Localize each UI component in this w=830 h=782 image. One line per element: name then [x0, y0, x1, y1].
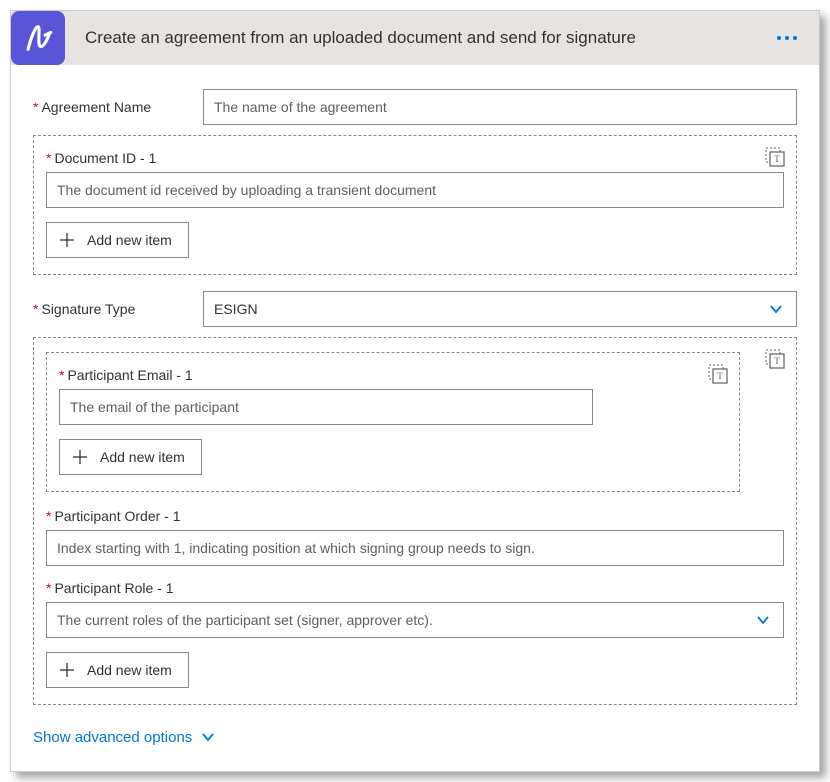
participant-role-placeholder: The current roles of the participant set…	[57, 612, 433, 628]
agreement-name-input[interactable]: The name of the agreement	[203, 89, 797, 125]
svg-text:T: T	[774, 154, 780, 164]
participant-order-placeholder: Index starting with 1, indicating positi…	[57, 540, 535, 556]
agreement-name-placeholder: The name of the agreement	[214, 99, 387, 115]
adobe-sign-icon	[11, 11, 65, 65]
chevron-down-icon	[753, 610, 773, 630]
document-id-label: Document ID - 1	[46, 150, 784, 166]
participant-email-input[interactable]: The email of the participant	[59, 389, 593, 425]
participant-role-label: Participant Role - 1	[46, 580, 784, 596]
participant-email-group: T Participant Email - 1 The email of the…	[46, 352, 740, 492]
participant-email-label: Participant Email - 1	[59, 367, 727, 383]
chevron-down-icon	[766, 299, 786, 319]
svg-text:T: T	[717, 371, 723, 381]
participants-add-item-label: Add new item	[87, 662, 172, 678]
agreement-name-row: Agreement Name The name of the agreement	[33, 89, 797, 125]
participant-role-select[interactable]: The current roles of the participant set…	[46, 602, 784, 638]
participant-email-add-button[interactable]: Add new item	[59, 439, 202, 475]
agreement-name-label: Agreement Name	[33, 99, 203, 115]
card-body: Agreement Name The name of the agreement…	[11, 65, 819, 771]
plus-icon	[57, 660, 77, 680]
participant-email-add-label: Add new item	[100, 449, 185, 465]
plus-icon	[70, 447, 90, 467]
document-id-placeholder: The document id received by uploading a …	[57, 182, 436, 198]
array-mode-toggle-icon[interactable]: T	[707, 363, 729, 385]
participant-order-label: Participant Order - 1	[46, 508, 784, 524]
signature-type-select[interactable]: ESIGN	[203, 291, 797, 327]
document-id-group: T Document ID - 1 The document id receiv…	[33, 135, 797, 275]
show-advanced-options-link[interactable]: Show advanced options	[33, 727, 218, 747]
participant-order-input[interactable]: Index starting with 1, indicating positi…	[46, 530, 784, 566]
participant-email-wrap: T Participant Email - 1 The email of the…	[46, 352, 784, 492]
document-add-item-button[interactable]: Add new item	[46, 222, 189, 258]
chevron-down-icon	[198, 727, 218, 747]
document-add-item-label: Add new item	[87, 232, 172, 248]
signature-type-value: ESIGN	[214, 301, 258, 317]
signature-type-label: Signature Type	[33, 301, 203, 317]
plus-icon	[57, 230, 77, 250]
card-title: Create an agreement from an uploaded doc…	[85, 28, 767, 48]
card-header: Create an agreement from an uploaded doc…	[11, 11, 819, 65]
more-menu-button[interactable]	[767, 18, 807, 58]
action-card: Create an agreement from an uploaded doc…	[10, 10, 820, 772]
participants-group: T T Participant Email - 1 The email of t…	[33, 337, 797, 705]
signature-type-row: Signature Type ESIGN	[33, 291, 797, 327]
show-advanced-label: Show advanced options	[33, 729, 192, 746]
participant-email-placeholder: The email of the participant	[70, 399, 239, 415]
participants-add-item-button[interactable]: Add new item	[46, 652, 189, 688]
document-id-input[interactable]: The document id received by uploading a …	[46, 172, 784, 208]
array-mode-toggle-icon[interactable]: T	[764, 146, 786, 168]
